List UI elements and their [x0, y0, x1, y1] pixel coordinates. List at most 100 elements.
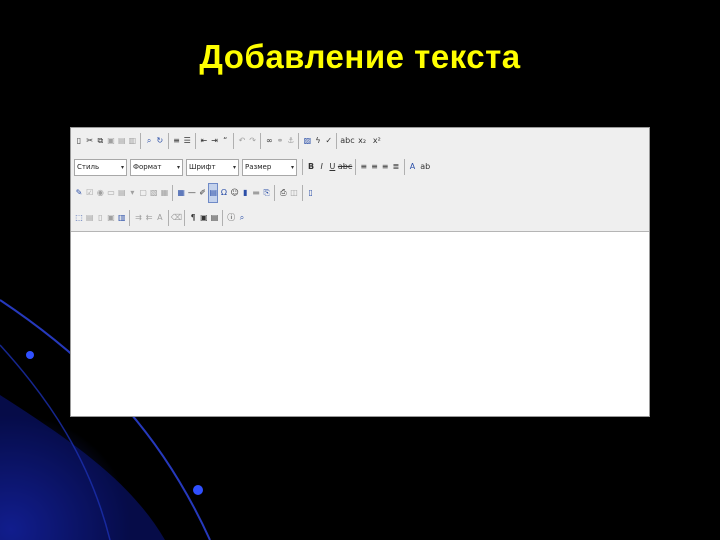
- text-color-button[interactable]: A: [408, 157, 418, 177]
- find-button[interactable]: ⌕: [144, 131, 154, 151]
- special-char-button[interactable]: Ω: [219, 183, 229, 203]
- templates-button[interactable]: ▤: [85, 208, 95, 228]
- toolbar-separator: [140, 133, 142, 149]
- copy-button[interactable]: ⧉: [95, 131, 105, 151]
- bidi-rtl-button[interactable]: ⇇: [144, 208, 154, 228]
- format-combo[interactable]: Формат ▾: [130, 158, 183, 176]
- link-button[interactable]: ∞: [264, 131, 274, 151]
- show-borders-icon: ▣: [200, 213, 208, 222]
- align-left-button[interactable]: ≡: [359, 157, 369, 177]
- create-div-icon: ▤: [210, 213, 219, 222]
- replace-button[interactable]: ↻: [155, 131, 165, 151]
- image-button[interactable]: ▨: [302, 131, 312, 151]
- source-button[interactable]: ▯: [74, 131, 84, 151]
- bg-color-icon: ab: [420, 162, 431, 171]
- size-combo-label: Размер: [245, 163, 272, 171]
- hidden-field-button[interactable]: ▦: [160, 183, 170, 203]
- bulleted-list-button[interactable]: ☰: [182, 131, 192, 151]
- bidi-ltr-button[interactable]: ⇉: [133, 208, 143, 228]
- div-button[interactable]: ▥: [117, 208, 127, 228]
- toolbar-row-1: ▯ ✂ ⧉ ▣ ▤ ▥ ⌕ ↻ ≡ ☰ ⇤ ⇥ “ ↶ ↷ ∞ ⚭ ⚓ ▨ ϟ ✓ abc x₂ x²: [74, 129, 646, 153]
- size-combo[interactable]: Размер ▾: [242, 158, 297, 176]
- horizontal-rule-button[interactable]: —: [187, 183, 197, 203]
- about-button[interactable]: ⓘ: [226, 208, 236, 228]
- outdent-button[interactable]: ⇤: [199, 131, 209, 151]
- toolbar-separator: [260, 133, 262, 149]
- table-button[interactable]: ▦: [176, 183, 186, 203]
- decor-dot-icon: [193, 485, 203, 495]
- iframe-icon: ▬: [252, 188, 260, 197]
- remove-format-button[interactable]: ⌫: [171, 208, 182, 228]
- preview-button[interactable]: ◫: [289, 183, 299, 203]
- toolbar-row-2-buttons: B I Uabc ≡ ≡ ≡ ≣ Aab: [300, 157, 433, 177]
- paste-text-button[interactable]: ▤: [117, 131, 127, 151]
- underline-button[interactable]: U: [327, 157, 337, 177]
- superscript-button[interactable]: x²: [370, 131, 384, 151]
- align-center-button[interactable]: ≡: [369, 157, 379, 177]
- form-button[interactable]: ✎: [74, 183, 84, 203]
- indent-button[interactable]: ⇥: [210, 131, 220, 151]
- font-combo[interactable]: Шрифт ▾: [186, 158, 239, 176]
- smiley-button[interactable]: ☺: [230, 183, 240, 203]
- textarea-button[interactable]: ▤: [117, 183, 127, 203]
- abc-button[interactable]: abc: [340, 131, 354, 151]
- table-icon: ▦: [177, 188, 185, 197]
- outdent-icon: ⇤: [200, 136, 208, 145]
- language-button[interactable]: A: [155, 208, 165, 228]
- show-borders-button[interactable]: ▣: [199, 208, 209, 228]
- undo-button[interactable]: ↶: [237, 131, 247, 151]
- paste-button[interactable]: ▣: [106, 131, 116, 151]
- justify-button[interactable]: ≣: [391, 157, 401, 177]
- editor-content-area[interactable]: [71, 232, 649, 416]
- radio-button[interactable]: ◉: [95, 183, 105, 203]
- redo-button[interactable]: ↷: [248, 131, 258, 151]
- undo-icon: ↶: [238, 136, 246, 145]
- paste-word-icon: ▥: [128, 136, 137, 145]
- toolbar-separator: [354, 159, 356, 175]
- cut-button[interactable]: ✂: [85, 131, 95, 151]
- create-div-button[interactable]: ▤: [210, 208, 220, 228]
- chevron-down-icon: ▾: [232, 163, 236, 171]
- select-button[interactable]: ▾: [127, 183, 137, 203]
- checkbox-button[interactable]: ☑: [85, 183, 95, 203]
- unlink-button[interactable]: ⚭: [275, 131, 285, 151]
- imagebutton-button[interactable]: ▧: [149, 183, 159, 203]
- new-page-button[interactable]: ▯: [95, 208, 105, 228]
- style-combo[interactable]: Стиль ▾: [74, 158, 127, 176]
- bg-color-button[interactable]: ab: [418, 157, 432, 177]
- toolbar-separator: [222, 210, 224, 226]
- bold-button[interactable]: B: [306, 157, 316, 177]
- cut-icon: ✂: [86, 136, 94, 145]
- templates-icon: ▤: [85, 213, 94, 222]
- align-right-button[interactable]: ≡: [380, 157, 390, 177]
- blockquote-button[interactable]: “: [220, 131, 230, 151]
- page-break-icon: ⎘: [263, 188, 270, 197]
- anchor-button[interactable]: ⚓: [286, 131, 296, 151]
- show-blocks-button[interactable]: ¶: [188, 208, 198, 228]
- flash-icon: ϟ: [315, 136, 321, 145]
- slide: { "slide": { "title": "Добавление текста…: [0, 0, 720, 540]
- page-button[interactable]: ▤: [208, 183, 219, 203]
- print-button[interactable]: ⎙: [278, 183, 288, 203]
- flash-button[interactable]: ϟ: [313, 131, 323, 151]
- textfield-button[interactable]: ▭: [106, 183, 116, 203]
- italic-button[interactable]: I: [317, 157, 327, 177]
- zoom-button[interactable]: ⌕: [237, 208, 247, 228]
- subscript-button[interactable]: x₂: [355, 131, 369, 151]
- maximize-button[interactable]: ▯: [306, 183, 316, 203]
- select-all-button[interactable]: ⬚: [74, 208, 84, 228]
- edit-button[interactable]: ✐: [198, 183, 208, 203]
- paste-word-button[interactable]: ▥: [127, 131, 137, 151]
- spellcheck-button[interactable]: ✓: [324, 131, 334, 151]
- media-button[interactable]: ▮: [240, 183, 250, 203]
- show-blocks-icon: ¶: [190, 213, 196, 222]
- save-button[interactable]: ▣: [106, 208, 116, 228]
- numbered-list-button[interactable]: ≡: [172, 131, 182, 151]
- iframe-button[interactable]: ▬: [251, 183, 261, 203]
- italic-icon: I: [320, 162, 323, 171]
- page-break-button[interactable]: ⎘: [262, 183, 272, 203]
- select-icon: ▾: [130, 188, 135, 197]
- strikethrough-button[interactable]: abc: [338, 157, 352, 177]
- button-button[interactable]: ▢: [138, 183, 148, 203]
- align-left-icon: ≡: [360, 162, 368, 171]
